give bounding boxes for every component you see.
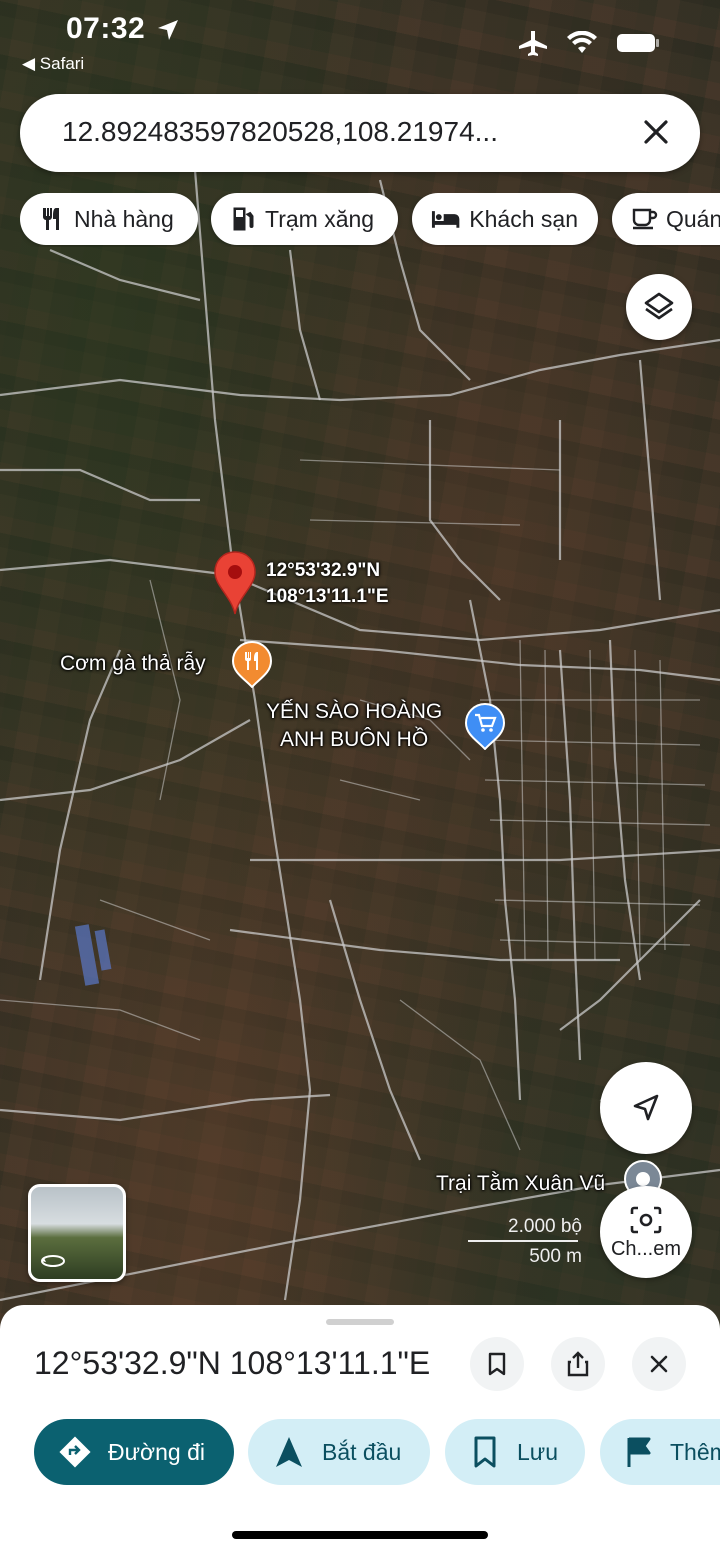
lens-button[interactable]: Ch...em xyxy=(600,1186,692,1278)
save-button[interactable]: Lưu xyxy=(445,1419,585,1485)
layers-button[interactable] xyxy=(626,274,692,340)
bookmark-icon xyxy=(488,1352,506,1376)
more-button[interactable]: Thêm xyxy=(600,1419,720,1485)
place-bottom-sheet: 12°53'32.9"N 108°13'11.1"E Đường đi Bắt … xyxy=(0,1305,720,1557)
navigation-arrow-icon xyxy=(633,1094,659,1121)
category-chips: Nhà hàng Trạm xăng Khách sạn Quán xyxy=(20,193,720,247)
chip-restaurants[interactable]: Nhà hàng xyxy=(20,193,198,245)
dropped-pin-marker[interactable] xyxy=(213,550,257,616)
bookmark-icon xyxy=(474,1436,496,1468)
directions-icon xyxy=(59,1436,91,1468)
search-input[interactable]: 12.892483597820528,108.21974... xyxy=(62,116,498,148)
sheet-drag-handle[interactable] xyxy=(326,1319,394,1325)
start-button[interactable]: Bắt đầu xyxy=(248,1419,430,1485)
street-view-rotate-icon xyxy=(41,1255,65,1267)
action-buttons: Đường đi Bắt đầu Lưu Thêm xyxy=(0,1417,720,1487)
close-sheet-button[interactable] xyxy=(632,1337,686,1391)
search-bar[interactable]: 12.892483597820528,108.21974... xyxy=(20,94,700,172)
save-icon-button[interactable] xyxy=(470,1337,524,1391)
directions-button[interactable]: Đường đi xyxy=(34,1419,234,1485)
shopping-cart-marker[interactable] xyxy=(464,702,506,750)
poi-label-farm[interactable]: Trại Tằm Xuân Vũ xyxy=(436,1170,605,1198)
location-arrow-icon xyxy=(158,20,178,40)
my-location-button[interactable] xyxy=(600,1062,692,1154)
chip-gas-stations[interactable]: Trạm xăng xyxy=(211,193,398,245)
cafe-icon xyxy=(632,208,658,230)
pin-coordinates-label: 12°53'32.9"N 108°13'11.1"E xyxy=(266,560,389,607)
wifi-icon xyxy=(567,31,597,53)
layers-icon xyxy=(644,292,674,320)
map-scale: 2.000 bộ 500 m xyxy=(468,1212,588,1274)
back-chevron-icon: ◀ xyxy=(22,54,40,73)
share-icon xyxy=(567,1351,589,1377)
share-button[interactable] xyxy=(551,1337,605,1391)
poi-label-restaurant[interactable]: Cơm gà thả rẫy xyxy=(60,650,206,678)
status-icons xyxy=(518,30,660,56)
home-indicator xyxy=(232,1531,488,1539)
poi-label-shop[interactable]: YẾN SÀO HOÀNG ANH BUÔN HỒ xyxy=(266,698,442,754)
chip-cafes[interactable]: Quán xyxy=(612,193,720,245)
close-icon xyxy=(650,1355,668,1373)
street-view-thumbnail[interactable] xyxy=(28,1184,126,1282)
back-to-safari[interactable]: ◀ Safari xyxy=(22,54,84,74)
camera-icon xyxy=(630,1206,662,1233)
status-bar: 07:32 ◀ Safari xyxy=(0,0,720,80)
close-icon[interactable] xyxy=(638,114,674,150)
scale-bar xyxy=(468,1240,578,1242)
flag-icon xyxy=(627,1437,651,1467)
battery-icon xyxy=(617,34,659,52)
chip-hotels[interactable]: Khách sạn xyxy=(412,193,598,245)
place-title: 12°53'32.9"N 108°13'11.1"E xyxy=(34,1345,431,1381)
airplane-icon xyxy=(519,31,547,56)
restaurant-icon xyxy=(43,208,59,230)
restaurant-marker[interactable] xyxy=(231,640,273,688)
lens-label: Ch...em xyxy=(610,1237,682,1260)
navigation-icon xyxy=(276,1437,302,1467)
status-time: 07:32 xyxy=(66,12,146,45)
hotel-icon xyxy=(431,211,460,228)
gas-station-icon xyxy=(233,207,254,231)
